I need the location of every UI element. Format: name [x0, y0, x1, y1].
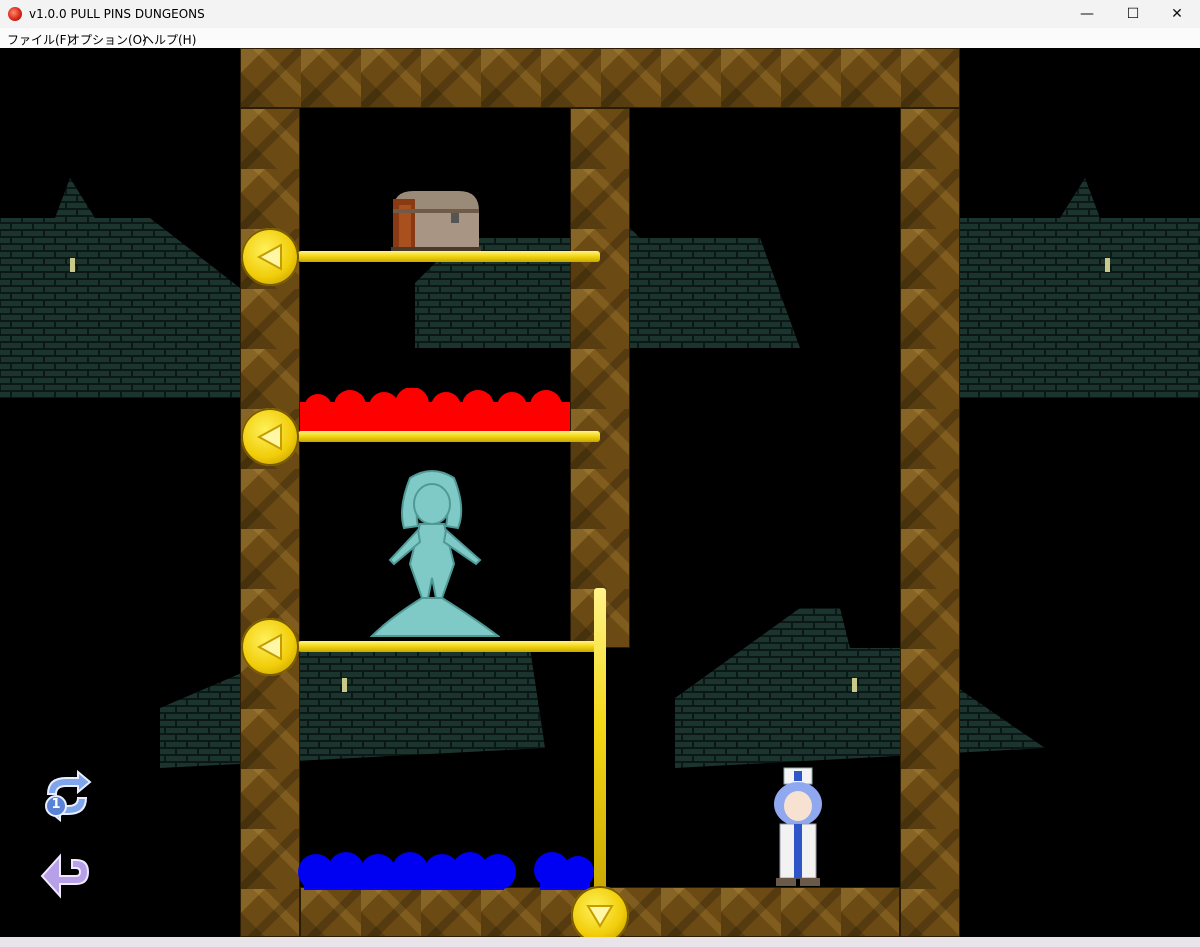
wall-divider: [570, 108, 630, 648]
retry-count: 1: [51, 797, 61, 812]
arrow-down-icon: [586, 905, 614, 928]
water-pool: [298, 852, 594, 890]
lava-pool: [300, 388, 570, 432]
window-titlebar: v1.0.0 PULL PINS DUNGEONS — ☐ ✕: [0, 0, 1200, 28]
priestess-hero: [774, 767, 822, 886]
window-title: v1.0.0 PULL PINS DUNGEONS: [29, 7, 205, 21]
arrow-left-icon: [256, 423, 282, 451]
pin-1-handle[interactable]: [241, 228, 299, 286]
game-canvas[interactable]: 1: [0, 48, 1200, 937]
close-button[interactable]: ✕: [1154, 0, 1200, 28]
menu-options[interactable]: オプション(O): [68, 31, 147, 48]
retry-icon: [45, 769, 92, 823]
pin-3-handle[interactable]: [241, 618, 299, 676]
wall-right: [900, 108, 960, 937]
app-icon: [8, 7, 22, 21]
retry-button[interactable]: 1: [38, 769, 96, 823]
wall-top: [240, 48, 960, 108]
arrow-left-icon: [256, 633, 282, 661]
pin-4-shaft[interactable]: [594, 588, 606, 894]
pin-3-shaft[interactable]: [298, 641, 604, 652]
pin-4-handle[interactable]: [571, 886, 629, 937]
pin-1-shaft[interactable]: [298, 251, 600, 262]
pin-2-shaft[interactable]: [298, 431, 600, 442]
taskbar-strip: [0, 937, 1200, 947]
treasure-chest-icon: [391, 191, 481, 251]
slime-girl-enemy: [370, 470, 500, 637]
pin-2-handle[interactable]: [241, 408, 299, 466]
minimize-button[interactable]: —: [1064, 0, 1110, 28]
maximize-button[interactable]: ☐: [1110, 0, 1156, 28]
undo-icon: [40, 853, 90, 899]
menu-bar: ファイル(F) オプション(O) ヘルプ(H): [0, 28, 1200, 48]
menu-help[interactable]: ヘルプ(H): [142, 31, 196, 48]
undo-button[interactable]: [38, 850, 96, 902]
menu-file[interactable]: ファイル(F): [7, 31, 71, 48]
arrow-left-icon: [256, 243, 282, 271]
